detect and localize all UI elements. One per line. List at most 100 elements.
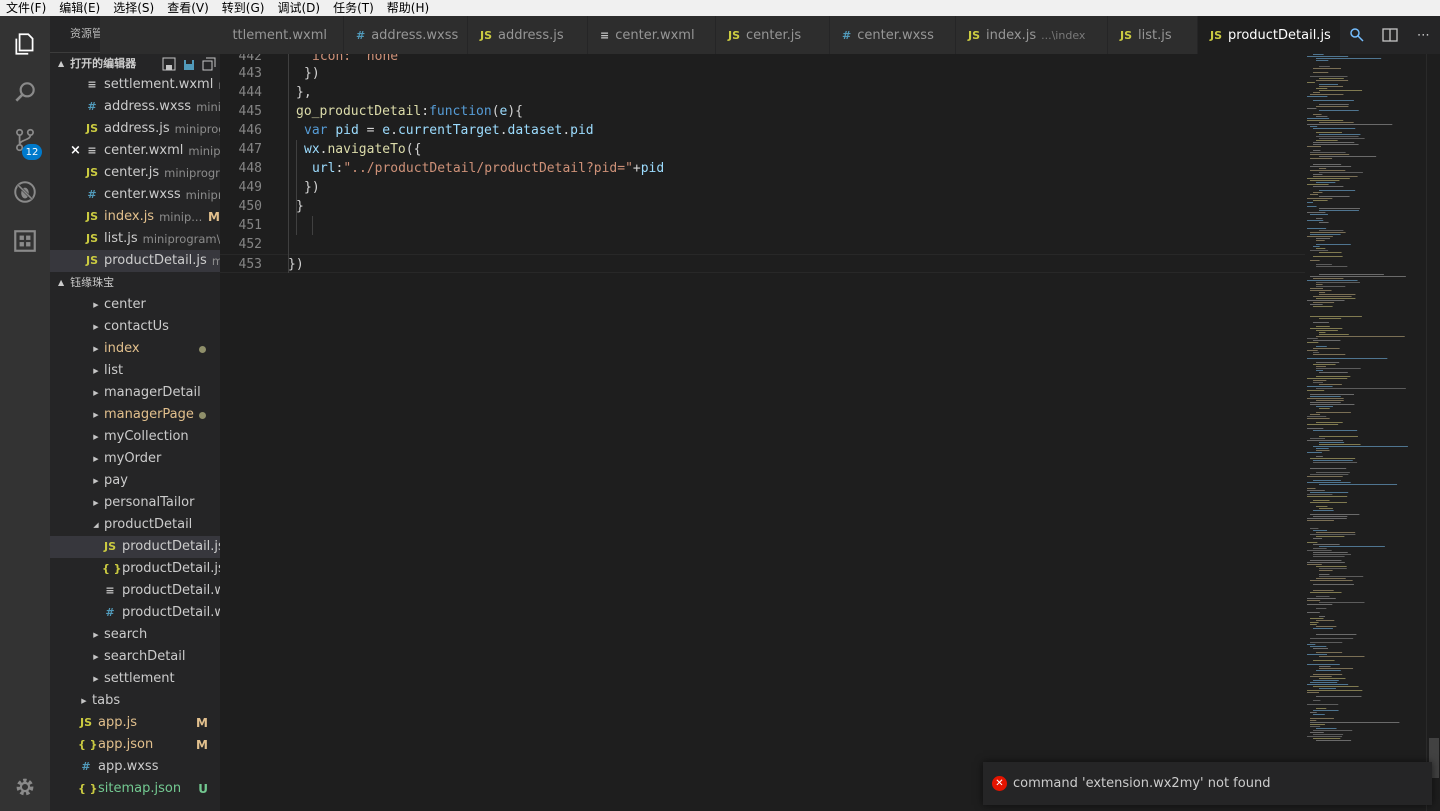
tree-item-label: personalTailor	[104, 495, 195, 510]
editor-tab[interactable]: ≡ttlement.wxml	[100, 16, 344, 54]
open-changes-icon[interactable]	[1348, 26, 1366, 44]
files-icon[interactable]	[0, 20, 50, 68]
menu-item[interactable]: 帮助(H)	[387, 0, 429, 16]
tree-file[interactable]: # productDetail.w...	[50, 602, 220, 624]
notification-message: command 'extension.wx2my' not found	[1013, 776, 1271, 791]
menu-item[interactable]: 任务(T)	[333, 0, 374, 16]
js-file-icon: JS	[85, 210, 98, 223]
minimap[interactable]	[1305, 54, 1425, 811]
tree-file[interactable]: # app.wxss	[50, 756, 220, 778]
tree-folder[interactable]: ▶ managerDetail	[50, 382, 220, 404]
code-token: +	[632, 161, 641, 176]
extensions-icon[interactable]	[0, 217, 50, 265]
close-icon[interactable]: ×	[70, 140, 81, 162]
tree-item-label: productDetail.js	[122, 539, 220, 554]
open-editor-item[interactable]: # address.wxss mini...	[50, 96, 220, 118]
tree-item-label: app.js	[98, 715, 137, 730]
tree-file[interactable]: ≡ productDetail.w...	[50, 580, 220, 602]
code-token: currentTarget	[397, 123, 500, 138]
editor-tab[interactable]: # address.wxss	[344, 16, 468, 54]
js-file-icon: JS	[85, 254, 98, 267]
open-editor-item[interactable]: # center.wxss minipr...	[50, 184, 220, 206]
tree-file[interactable]: JS app.js M	[50, 712, 220, 734]
tab-label: ttlement.wxml	[232, 27, 327, 43]
tree-file[interactable]: { } app.json M	[50, 734, 220, 756]
tree-item-label: app.wxss	[98, 759, 159, 774]
open-editor-item[interactable]: JS list.js miniprogram\...	[50, 228, 220, 250]
save-all-icon[interactable]	[162, 57, 176, 71]
tab-label: center.wxml	[615, 27, 695, 43]
menu-item[interactable]: 编辑(E)	[59, 0, 100, 16]
editor-tab[interactable]: JSproductDetail.js×	[1198, 16, 1353, 54]
open-editors-header[interactable]: ▲ 打开的编辑器	[50, 52, 220, 74]
css-file-icon: #	[81, 760, 91, 773]
code-editor[interactable]: 442 icon: "none" 443}) 444}, 445 go_productDe…	[220, 54, 1440, 811]
menu-item[interactable]: 查看(V)	[167, 0, 209, 16]
menu-item[interactable]: 转到(G)	[222, 0, 265, 16]
tree-folder[interactable]: ▶ searchDetail	[50, 646, 220, 668]
editor-tab[interactable]: JS center.js	[716, 16, 830, 54]
tree-folder[interactable]: ▶ myCollection	[50, 426, 220, 448]
tree-file[interactable]: { }productDetail.js...	[50, 558, 220, 580]
code-line: 450}	[220, 197, 1305, 216]
json-file-icon: { }	[102, 562, 122, 575]
settings-gear-icon[interactable]	[0, 763, 50, 811]
open-editor-item[interactable]: JS center.js miniprogr...	[50, 162, 220, 184]
js-file-icon: JS	[728, 28, 741, 42]
menu-item[interactable]: 选择(S)	[113, 0, 154, 16]
open-editor-item[interactable]: JS productDetail.js m...	[50, 250, 220, 272]
save-icon[interactable]	[182, 57, 196, 71]
tree-folder[interactable]: ▶ center	[50, 294, 220, 316]
line-number: 453	[238, 257, 262, 272]
editor-tab[interactable]: JS index.js ...\index	[956, 16, 1108, 54]
chevron-right-icon: ▶	[93, 653, 99, 661]
tree-folder[interactable]: ▶ list	[50, 360, 220, 382]
editor-tab[interactable]: # center.wxss	[830, 16, 956, 54]
tree-folder[interactable]: ▶ tabs	[50, 690, 220, 712]
file-path: minip...	[188, 144, 220, 158]
file-path: mini...	[196, 100, 220, 114]
editor-tab[interactable]: ≡ center.wxml	[588, 16, 716, 54]
tree-file[interactable]: JS productDetail.js	[50, 536, 220, 558]
code-token: ){	[507, 104, 523, 119]
tree-folder[interactable]: ▶ managerPage	[50, 404, 220, 426]
open-editor-item[interactable]: JS index.js minip... M	[50, 206, 220, 228]
file-tree: ▶ center ▶ contactUs ▶ index ▶ list ▶ managerDeta…	[50, 294, 220, 800]
menu-item[interactable]: 调试(D)	[277, 0, 320, 16]
code-token: wx	[304, 142, 320, 157]
menu-item[interactable]: 文件(F)	[6, 0, 46, 16]
open-editor-item[interactable]: ≡settlement.wxmlm...	[50, 74, 220, 96]
code-token: "../productDetail/productDetail?pid="	[343, 161, 633, 176]
tree-folder[interactable]: ▶ contactUs	[50, 316, 220, 338]
close-all-icon[interactable]	[202, 57, 216, 71]
code-text: }	[296, 197, 304, 216]
indent-guide	[312, 216, 313, 235]
editor-tab[interactable]: JS address.js	[468, 16, 588, 54]
tree-file[interactable]: { } sitemap.json U	[50, 778, 220, 800]
menu-bar: 文件(F) 编辑(E) 选择(S) 查看(V) 转到(G) 调试(D) 任务(T) 帮助(H)	[0, 0, 1440, 16]
open-editor-item[interactable]: JS address.js miniprog...	[50, 118, 220, 140]
tree-folder[interactable]: ▶ myOrder	[50, 448, 220, 470]
code-token: function	[429, 104, 492, 119]
tree-folder[interactable]: ▶ index	[50, 338, 220, 360]
git-status-badge: M	[196, 738, 208, 752]
editor-scrollbar[interactable]	[1426, 54, 1440, 811]
code-line: 445 go_productDetail:function(e){	[220, 102, 1305, 121]
split-editor-icon[interactable]	[1381, 26, 1399, 44]
tree-folder[interactable]: ◢ productDetail	[50, 514, 220, 536]
project-header[interactable]: ▲ 钰缘珠宝	[50, 272, 220, 294]
tree-folder[interactable]: ▶ search	[50, 624, 220, 646]
debug-icon[interactable]	[0, 168, 50, 216]
tree-folder[interactable]: ▶ settlement	[50, 668, 220, 690]
more-actions-icon[interactable]: ⋯	[1414, 26, 1432, 44]
editor-tab[interactable]: JS list.js	[1108, 16, 1198, 54]
tree-item-label: myOrder	[104, 451, 162, 466]
tree-folder[interactable]: ▶ pay	[50, 470, 220, 492]
tree-folder[interactable]: ▶ personalTailor	[50, 492, 220, 514]
error-notification[interactable]: ✕ command 'extension.wx2my' not found	[983, 762, 1432, 805]
code-line: 446 var pid = e.currentTarget.dataset.pid	[220, 121, 1305, 140]
search-icon[interactable]	[0, 68, 50, 116]
open-editor-item[interactable]: × ≡ center.wxml minip...	[50, 140, 220, 162]
chevron-right-icon: ▶	[93, 367, 99, 375]
js-file-icon: JS	[103, 540, 116, 553]
